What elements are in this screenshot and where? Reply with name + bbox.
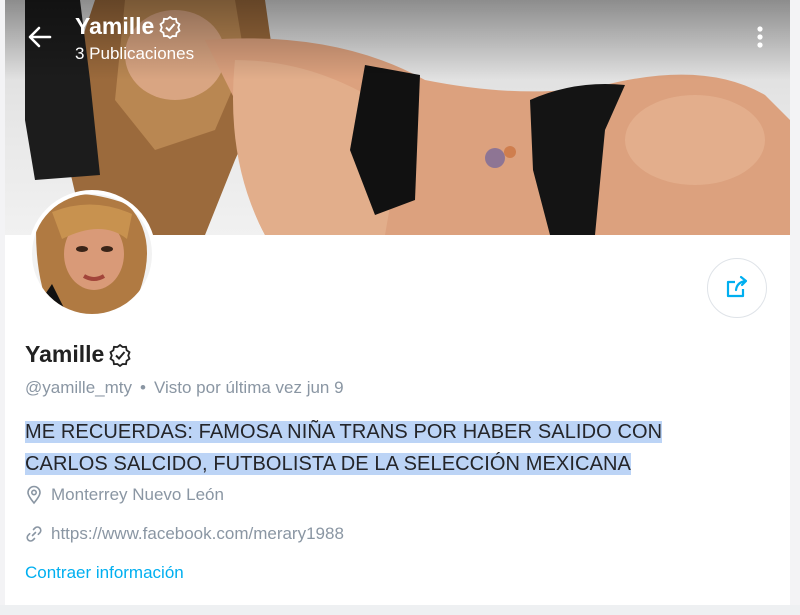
- website-link[interactable]: https://www.facebook.com/merary1988: [51, 524, 344, 544]
- verified-badge-icon: [159, 15, 181, 39]
- bottom-divider: [0, 605, 800, 615]
- arrow-left-icon: [28, 26, 52, 48]
- share-button[interactable]: [707, 258, 767, 318]
- header-name: Yamille: [75, 13, 155, 39]
- more-options-button[interactable]: [750, 22, 770, 52]
- location-row: Monterrey Nuevo León: [25, 485, 224, 505]
- profile-card: Yamille 3 Publicaciones Yamille @yamille…: [5, 0, 790, 605]
- back-button[interactable]: [25, 22, 55, 52]
- bio-highlighted: ME RECUERDAS: FAMOSA NIÑA TRANS POR HABE…: [25, 421, 663, 475]
- share-icon: [726, 275, 748, 298]
- profile-name: Yamille: [25, 341, 132, 368]
- bio-text: ME RECUERDAS: FAMOSA NIÑA TRANS POR HABE…: [25, 416, 725, 480]
- username: @yamille_mty: [25, 378, 132, 397]
- cover-shade: [5, 0, 790, 80]
- avatar-image: [32, 194, 152, 314]
- location-text: Monterrey Nuevo León: [51, 485, 224, 504]
- last-seen: Visto por última vez jun 9: [153, 378, 344, 397]
- handle-row: @yamille_mty • Visto por última vez jun 9: [25, 378, 344, 398]
- header-title: Yamille: [75, 13, 182, 40]
- verified-badge-icon: [109, 343, 131, 367]
- location-pin-icon: [27, 485, 41, 505]
- more-vertical-icon: [757, 26, 763, 48]
- website-row[interactable]: https://www.facebook.com/merary1988: [25, 524, 344, 544]
- avatar[interactable]: [28, 190, 156, 318]
- collapse-info-link[interactable]: Contraer información: [25, 563, 184, 583]
- profile-name-text: Yamille: [25, 341, 105, 367]
- separator-dot: •: [140, 378, 146, 397]
- header-post-count: 3 Publicaciones: [75, 44, 195, 63]
- link-icon: [26, 526, 42, 542]
